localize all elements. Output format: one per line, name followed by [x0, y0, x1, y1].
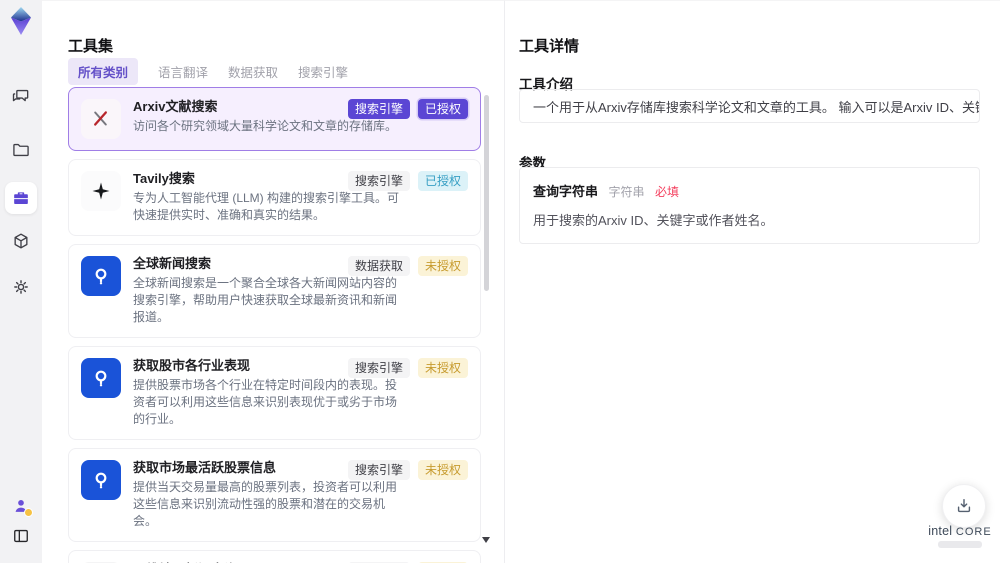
- sidebar: [0, 0, 43, 563]
- badge-yellow: 未授权: [417, 256, 468, 276]
- chat-icon[interactable]: [5, 80, 37, 112]
- active-stocks-search-icon: [81, 460, 121, 500]
- param-desc: 用于搜索的Arxiv ID、关键字或作者姓名。: [533, 213, 774, 228]
- tool-list-panel: 工具集 所有类别 语言翻译 数据获取 搜索引擎 Arxiv文献搜索 访问各个研究领域大量…: [42, 0, 505, 563]
- param-type: 字符串: [608, 185, 645, 199]
- tool-badges: 搜索引擎未授权: [347, 460, 468, 480]
- tab-language-translation[interactable]: 语言翻译: [158, 58, 208, 85]
- scrollbar-thumb[interactable]: [484, 95, 489, 291]
- tool-card[interactable]: 获取市场最活跃股票信息 提供当天交易量最高的股票列表，投资者可以利用这些信息来识别…: [68, 448, 481, 542]
- tool-list: Arxiv文献搜索 访问各个研究领域大量科学论文和文章的存储库。 搜索引擎 已授权 Ta…: [68, 87, 481, 563]
- brand-subtext: [938, 541, 982, 548]
- page-title: 工具集: [68, 38, 114, 56]
- global-news-search-icon: [81, 256, 121, 296]
- tool-card[interactable]: Tavily搜索 专为人工智能代理 (LLM) 构建的搜索引擎工具。可快速提供实时…: [68, 159, 481, 236]
- user-icon[interactable]: [5, 490, 37, 522]
- download-button[interactable]: [942, 484, 986, 528]
- tool-desc: 访问各个研究领域大量科学论文和文章的存储库。: [133, 119, 398, 133]
- tool-card[interactable]: 获取股市各行业表现 提供股票市场各个行业在特定时间段内的表现。投资者可以利用这些信…: [68, 346, 481, 440]
- tool-card[interactable]: 全球新闻搜索 全球新闻搜索是一个聚合全球各大新闻网站内容的搜索引擎，帮助用户快速获…: [68, 244, 481, 338]
- tool-badges: 搜索引擎 已授权: [347, 171, 468, 191]
- app-logo-icon[interactable]: [8, 6, 34, 36]
- badge-purple: 搜索引擎: [347, 99, 410, 119]
- gear-icon[interactable]: [5, 271, 37, 303]
- arxiv-logo-icon: [81, 99, 121, 139]
- intel-core-logo: intel CORE: [922, 524, 998, 538]
- badge-gray: 数据获取: [347, 256, 410, 276]
- download-icon: [957, 499, 971, 513]
- folder-icon[interactable]: [5, 134, 37, 166]
- badge-yellow: 未授权: [417, 460, 468, 480]
- tool-badges: 数据获取 未授权: [347, 256, 468, 276]
- tool-desc: 专为人工智能代理 (LLM) 构建的搜索引擎工具。可快速提供实时、准确和真实的结…: [133, 191, 400, 222]
- tavily-star-icon: [81, 171, 121, 211]
- badge-yellow: 未授权: [417, 358, 468, 378]
- intro-text: 一个用于从Arxiv存储库搜索科学论文和文章的工具。 输入可以是Arxiv ID…: [533, 99, 979, 115]
- badge-purple-outline: 已授权: [417, 99, 468, 119]
- scroll-down-arrow-icon[interactable]: [482, 537, 490, 543]
- brand-intel: intel: [928, 524, 953, 538]
- app: 工具集 所有类别 语言翻译 数据获取 搜索引擎 Arxiv文献搜索 访问各个研究领域大量…: [0, 0, 1000, 563]
- param-required-badge: 必填: [654, 185, 679, 199]
- tool-card[interactable]: Arxiv文献搜索 访问各个研究领域大量科学论文和文章的存储库。 搜索引擎 已授权: [68, 87, 481, 151]
- tab-search-engine[interactable]: 搜索引擎: [298, 58, 348, 85]
- briefcase-icon[interactable]: [5, 182, 37, 214]
- cube-icon[interactable]: [5, 225, 37, 257]
- param-card: 查询字符串 字符串 必填 用于搜索的Arxiv ID、关键字或作者姓名。: [519, 167, 980, 244]
- category-tabs: 所有类别 语言翻译 数据获取 搜索引擎: [68, 58, 348, 85]
- tool-badges: 搜索引擎 已授权: [347, 99, 468, 119]
- tool-card[interactable]: 万维地区新闻查询查询具体行政区划内的新闻，快速了解各地新闻动搜索引擎未授权: [68, 550, 481, 563]
- user-status-dot: [24, 508, 33, 517]
- tab-all-categories[interactable]: 所有类别: [68, 58, 139, 85]
- scrollbar[interactable]: [482, 89, 490, 557]
- tab-data-fetch[interactable]: 数据获取: [228, 58, 278, 85]
- panel-toggle-icon[interactable]: [5, 520, 37, 552]
- tool-desc: 提供当天交易量最高的股票列表，投资者可以利用这些信息来识别流动性强的股票和潜在的…: [133, 480, 398, 528]
- detail-title: 工具详情: [519, 38, 580, 56]
- tool-detail-panel: 工具详情 工具介绍 一个用于从Arxiv存储库搜索科学论文和文章的工具。 输入可…: [505, 0, 1000, 563]
- badge-gray: 搜索引擎: [347, 460, 410, 480]
- tool-desc: 全球新闻搜索是一个聚合全球各大新闻网站内容的搜索引擎，帮助用户快速获取全球最新资…: [133, 276, 398, 324]
- param-name: 查询字符串: [533, 184, 599, 199]
- tool-badges: 搜索引擎未授权: [347, 358, 468, 378]
- badge-gray: 搜索引擎: [347, 358, 410, 378]
- stock-sector-search-icon: [81, 358, 121, 398]
- intro-box: 一个用于从Arxiv存储库搜索科学论文和文章的工具。 输入可以是Arxiv ID…: [519, 89, 980, 123]
- badge-gray: 搜索引擎: [347, 171, 410, 191]
- badge-cyan: 已授权: [417, 171, 468, 191]
- brand-core: CORE: [955, 526, 992, 538]
- tool-desc: 提供股票市场各个行业在特定时间段内的表现。投资者可以利用这些信息来识别表现优于或…: [133, 378, 398, 426]
